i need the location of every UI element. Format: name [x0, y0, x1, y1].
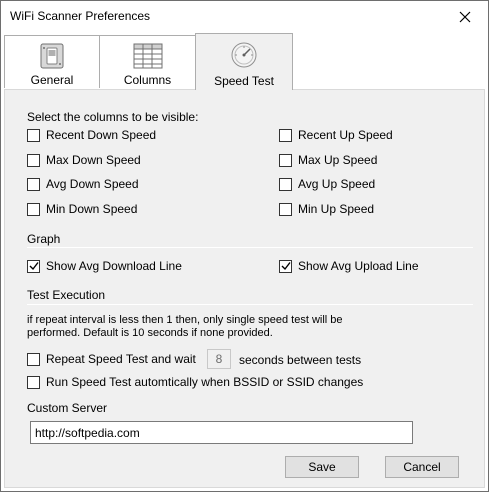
checkbox-min-down-speed[interactable]: Min Down Speed [27, 202, 137, 216]
checkbox-max-down-speed[interactable]: Max Down Speed [27, 153, 141, 167]
checkmark-icon [281, 262, 291, 271]
checkbox-box[interactable] [27, 352, 40, 366]
tab-speed-test-label: Speed Test [214, 74, 274, 88]
tab-columns-label: Columns [123, 73, 172, 87]
columns-heading: Select the columns to be visible: [27, 110, 199, 124]
checkbox-box[interactable] [279, 259, 292, 273]
checkbox-label: Run Speed Test automtically when BSSID o… [46, 375, 364, 389]
cancel-button[interactable]: Cancel [385, 456, 459, 478]
repeat-interval-input[interactable]: 8 [207, 349, 231, 369]
checkbox-label: Show Avg Download Line [46, 259, 182, 273]
speedometer-icon [228, 39, 260, 69]
checkbox-min-up-speed[interactable]: Min Up Speed [279, 202, 374, 216]
graph-heading: Graph [27, 232, 61, 246]
checkbox-avg-down-speed[interactable]: Avg Down Speed [27, 177, 139, 191]
close-icon [459, 11, 471, 22]
checkbox-auto-run-speed-test[interactable]: Run Speed Test automtically when BSSID o… [27, 375, 363, 389]
graph-divider [27, 247, 473, 248]
repeat-seconds-label: seconds between tests [239, 353, 362, 367]
tab-general-label: General [30, 73, 74, 87]
checkbox-box[interactable] [27, 177, 40, 191]
speed-test-panel: Select the columns to be visible: Recent… [4, 89, 485, 488]
checkbox-label: Max Down Speed [46, 153, 141, 167]
checkbox-label: Show Avg Upload Line [298, 259, 419, 273]
checkbox-label: Min Up Speed [298, 202, 375, 216]
checkbox-label: Min Down Speed [46, 202, 138, 216]
checkbox-label: Avg Up Speed [298, 177, 376, 191]
checkbox-box[interactable] [279, 153, 292, 167]
checkbox-avg-up-speed[interactable]: Avg Up Speed [279, 177, 375, 191]
tab-columns[interactable]: Columns [99, 35, 196, 88]
repeat-interval-value: 8 [215, 352, 223, 366]
grid-icon [132, 41, 164, 71]
preferences-window: WiFi Scanner Preferences General Columns… [0, 0, 489, 492]
checkbox-show-avg-upload-line[interactable]: Show Avg Upload Line [279, 259, 419, 273]
test-execution-heading: Test Execution [27, 288, 106, 302]
checkbox-box[interactable] [279, 128, 292, 142]
checkbox-show-avg-download-line[interactable]: Show Avg Download Line [27, 259, 182, 273]
close-button[interactable] [442, 1, 488, 32]
checkbox-label: Max Up Speed [298, 153, 378, 167]
custom-server-input[interactable] [30, 421, 413, 444]
checkbox-box[interactable] [27, 153, 40, 167]
checkbox-label: Recent Down Speed [46, 128, 157, 142]
custom-server-label: Custom Server [27, 401, 108, 415]
window-title: WiFi Scanner Preferences [10, 9, 151, 23]
checkbox-box[interactable] [27, 375, 40, 389]
test-note-line-1: if repeat interval is less then 1 then, … [27, 314, 343, 326]
checkbox-box[interactable] [279, 202, 292, 216]
checkbox-label: Repeat Speed Test and wait [46, 352, 196, 366]
save-button[interactable]: Save [285, 456, 359, 478]
checkmark-icon [29, 262, 39, 271]
checkbox-label: Avg Down Speed [46, 177, 139, 191]
checkbox-box[interactable] [279, 177, 292, 191]
checkbox-box[interactable] [27, 259, 40, 273]
checkbox-label: Recent Up Speed [298, 128, 393, 142]
checkbox-recent-down-speed[interactable]: Recent Down Speed [27, 128, 156, 142]
title-bar: WiFi Scanner Preferences [1, 1, 488, 32]
checkbox-box[interactable] [27, 128, 40, 142]
tab-general[interactable]: General [4, 35, 100, 88]
checkbox-box[interactable] [27, 202, 40, 216]
checkbox-max-up-speed[interactable]: Max Up Speed [279, 153, 377, 167]
test-execution-divider [27, 304, 473, 305]
checkbox-recent-up-speed[interactable]: Recent Up Speed [279, 128, 393, 142]
switch-icon [36, 41, 68, 71]
checkbox-repeat-speed-test[interactable]: Repeat Speed Test and wait [27, 352, 196, 366]
test-note-line-2: performed. Default is 10 seconds if none… [27, 327, 273, 339]
tab-speed-test[interactable]: Speed Test [195, 33, 293, 90]
